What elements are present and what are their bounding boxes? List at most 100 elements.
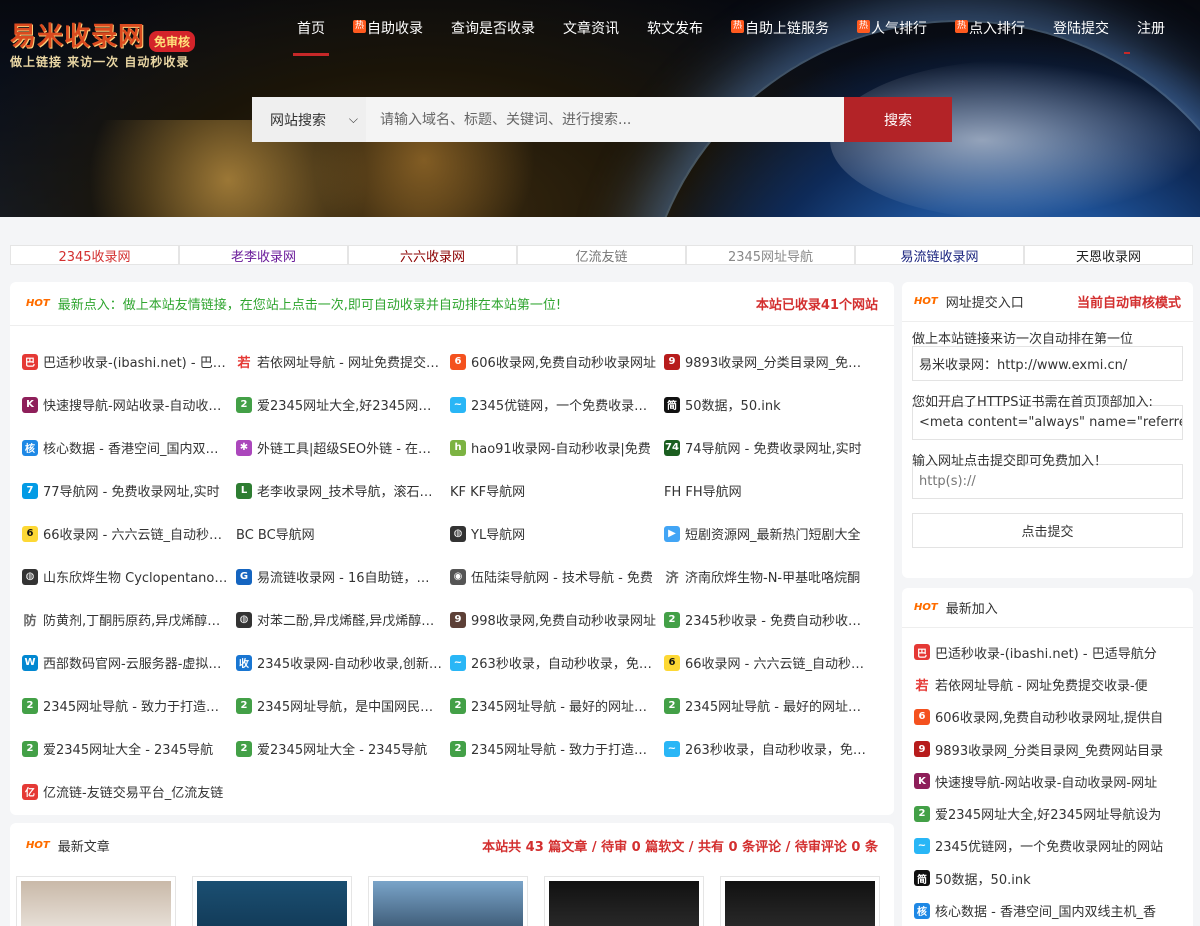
- site-item[interactable]: ◍ YL导航网: [450, 512, 664, 555]
- nav-item-4[interactable]: 软文发布: [633, 0, 717, 56]
- site-item[interactable]: ✱ 外链工具|超级SEO外链 - 在线工具: [236, 426, 450, 469]
- site-item-label: 998收录网,免费自动秒收录网址: [471, 614, 656, 629]
- nav-item-label: 注册: [1137, 21, 1165, 37]
- site-item[interactable]: ◍ 山东欣烨生物 Cyclopentanone: [22, 555, 236, 598]
- site-item[interactable]: K 快速搜导航-网站收录-自动收录网: [22, 383, 236, 426]
- site-item[interactable]: 济济南欣烨生物-N-甲基吡咯烷酮: [664, 555, 878, 598]
- site-item[interactable]: FH FH导航网: [664, 469, 878, 512]
- site-logo[interactable]: 易米收录网 免审核 做上链接 来访一次 自动秒收录: [10, 16, 240, 69]
- article-thumbnail[interactable]: [544, 876, 704, 926]
- search-button[interactable]: 搜索: [844, 97, 952, 142]
- site-item[interactable]: 2 2345网址导航 - 致力于打造百年品牌: [22, 684, 236, 727]
- friend-link[interactable]: 2345收录网: [10, 245, 179, 265]
- latest-item[interactable]: 巴巴适秒收录-(ibashi.net) - 巴适导航分: [914, 636, 1181, 668]
- friend-link[interactable]: 老李收录网: [179, 245, 348, 265]
- site-item[interactable]: ◍ 对苯二酚,异戊烯醛,异戊烯醇厂家: [236, 598, 450, 641]
- globe-icon: ◍: [236, 611, 252, 628]
- site-item[interactable]: 2 爱2345网址大全,好2345网址导航: [236, 383, 450, 426]
- url-input[interactable]: http(s)://: [912, 464, 1183, 499]
- yiliu-icon: G: [236, 568, 252, 585]
- article-thumbnail[interactable]: [16, 876, 176, 926]
- article-thumbnail[interactable]: [192, 876, 352, 926]
- site-item[interactable]: 2 2345网址导航，是中国网民首选上网导航: [236, 684, 450, 727]
- site-item[interactable]: 2 2345网址导航 - 最好的网址导航: [664, 684, 878, 727]
- site-item[interactable]: 简 50数据，50.ink: [664, 383, 878, 426]
- logo-slogan: 做上链接 来访一次 自动秒收录: [10, 55, 190, 69]
- latest-item-label: 核心数据 - 香港空间_国内双线主机_香: [935, 905, 1156, 921]
- latest-item[interactable]: K 快速搜导航-网站收录-自动收录网-网址: [914, 765, 1181, 797]
- site-item[interactable]: 2 2345秒收录 - 免费自动秒收录网址: [664, 598, 878, 641]
- site-item[interactable]: 亿亿流链-友链交易平台_亿流友链: [22, 770, 236, 813]
- site-item[interactable]: 9 9893收录网_分类目录网_免费网站: [664, 340, 878, 383]
- nav-item-label: 自助收录: [367, 21, 423, 37]
- site-item[interactable]: 6 606收录网,免费自动秒收录网址: [450, 340, 664, 383]
- site-item[interactable]: 6 66收录网 - 六六云链_自动秒收录: [664, 641, 878, 684]
- site-item[interactable]: 核核心数据 - 香港空间_国内双线主机: [22, 426, 236, 469]
- friend-link[interactable]: 2345网址导航: [686, 245, 855, 265]
- friend-link[interactable]: 天恩收录网: [1024, 245, 1193, 265]
- latest-item[interactable]: 若若依网址导航 - 网址免费提交收录-便: [914, 668, 1181, 700]
- site-item[interactable]: 2 2345网址导航 - 最好的网址导航: [450, 684, 664, 727]
- submit-button[interactable]: 点击提交: [912, 513, 1183, 548]
- latest-item[interactable]: 核核心数据 - 香港空间_国内双线主机_香: [914, 894, 1181, 926]
- site-item[interactable]: ◉ 伍陆柒导航网 - 技术导航 - 免费: [450, 555, 664, 598]
- nav-item-5[interactable]: 热自助上链服务: [717, 0, 843, 56]
- search-type-select[interactable]: 网站搜索 ⌵: [252, 97, 366, 142]
- meta-code-field[interactable]: <meta content="always" name="referrer">: [912, 405, 1183, 440]
- site-item[interactable]: L 老李收录网_技术导航，滚石导航: [236, 469, 450, 512]
- site-item[interactable]: W 西部数码官网-云服务器-虚拟主机: [22, 641, 236, 684]
- nav-item-7[interactable]: 热点入排行: [941, 0, 1039, 56]
- site-item[interactable]: 防防黄剂,丁酮肟原药,异戊烯醇厂家: [22, 598, 236, 641]
- friend-link[interactable]: 亿流友链: [517, 245, 686, 265]
- site-item[interactable]: KF KF导航网: [450, 469, 664, 512]
- article-image: [373, 881, 523, 926]
- site-item[interactable]: 6 66收录网 - 六六云链_自动秒收录: [22, 512, 236, 555]
- search-input[interactable]: [366, 97, 844, 142]
- hao91-icon: h: [450, 439, 466, 456]
- site-item[interactable]: ~263秒收录，自动秒收录，免费收录: [664, 727, 878, 770]
- site-item[interactable]: h hao91收录网-自动秒收录|免费: [450, 426, 664, 469]
- latest-item[interactable]: 2 爱2345网址大全,好2345网址导航设为: [914, 797, 1181, 829]
- latest-item[interactable]: 9 9893收录网_分类目录网_免费网站目录: [914, 733, 1181, 765]
- site-item[interactable]: BC BC导航网: [236, 512, 450, 555]
- site-item[interactable]: 2 爱2345网址大全 - 2345导航: [236, 727, 450, 770]
- nav-item-0[interactable]: 首页: [283, 0, 339, 56]
- latest-item[interactable]: 6 606收录网,免费自动秒收录网址,提供自: [914, 701, 1181, 733]
- site-item[interactable]: 若若依网址导航 - 网址免费提交收录: [236, 340, 450, 383]
- site-favicon-icon: ~: [914, 837, 930, 854]
- latest-added-title: 最新加入: [945, 602, 998, 617]
- article-thumbnail[interactable]: [368, 876, 528, 926]
- site-item[interactable]: 7 77导航网 - 免费收录网址,实时: [22, 469, 236, 512]
- site-item[interactable]: ~263秒收录，自动秒收录，免费收录: [450, 641, 664, 684]
- nav-item-3[interactable]: 文章资讯: [549, 0, 633, 56]
- site-item-label: KF KF导航网: [450, 485, 526, 500]
- article-thumbnail[interactable]: [720, 876, 880, 926]
- nav-item-6[interactable]: 热人气排行: [843, 0, 941, 56]
- 2345-icon: 2: [450, 697, 466, 714]
- site-link-code[interactable]: 易米收录网：http://www.exmi.cn/: [912, 346, 1183, 381]
- nav-item-2[interactable]: 查询是否收录: [437, 0, 549, 56]
- site-favicon-icon: 核: [914, 902, 930, 919]
- nav-item-label: 软文发布: [647, 21, 703, 37]
- site-item-label: 山东欣烨生物 Cyclopentanone: [43, 571, 228, 586]
- site-item[interactable]: 74 74导航网 - 免费收录网址,实时: [664, 426, 878, 469]
- friend-link[interactable]: 易流链收录网: [855, 245, 1024, 265]
- latest-item-label: 2345优链网，一个免费收录网址的网站: [935, 840, 1164, 856]
- site-item[interactable]: 巴巴适秒收录-(ibashi.net) - 巴适导航: [22, 340, 236, 383]
- nav-item-8[interactable]: 登陆提交: [1039, 0, 1123, 56]
- site-item-label: 263秒收录，自动秒收录，免费收录: [471, 657, 656, 672]
- site-item[interactable]: 2 2345网址导航 - 致力于打造百年品牌: [450, 727, 664, 770]
- nav-item-9[interactable]: 注册: [1123, 0, 1179, 56]
- site-item[interactable]: ~2345优链网，一个免费收录网址的网站: [450, 383, 664, 426]
- logo-title: 易米收录网: [10, 22, 146, 52]
- hot-tag-icon: 热: [857, 19, 870, 33]
- site-item[interactable]: G 易流链收录网 - 16自助链，自动收录: [236, 555, 450, 598]
- site-item[interactable]: 收 2345收录网-自动秒收录,创新收录: [236, 641, 450, 684]
- site-item[interactable]: ▶ 短剧资源网_最新热门短剧大全: [664, 512, 878, 555]
- nav-item-1[interactable]: 热自助收录: [339, 0, 437, 56]
- latest-item[interactable]: 简 50数据，50.ink: [914, 862, 1181, 894]
- latest-item[interactable]: ~2345优链网，一个免费收录网址的网站: [914, 830, 1181, 862]
- friend-link[interactable]: 六六收录网: [348, 245, 517, 265]
- site-item[interactable]: 9 998收录网,免费自动秒收录网址: [450, 598, 664, 641]
- site-item[interactable]: 2 爱2345网址大全 - 2345导航: [22, 727, 236, 770]
